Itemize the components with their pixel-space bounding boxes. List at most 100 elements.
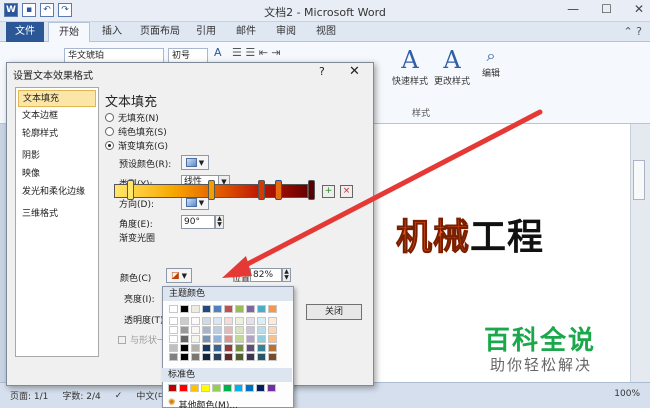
- tab-insert[interactable]: 插入: [92, 22, 132, 42]
- radio-circle[interactable]: [105, 113, 114, 122]
- color-swatch[interactable]: [257, 335, 266, 343]
- dialog-help-button[interactable]: ?: [319, 65, 325, 78]
- gradient-stop-handle[interactable]: [258, 180, 265, 200]
- tab-file[interactable]: 文件: [6, 22, 44, 42]
- color-swatch[interactable]: [191, 335, 200, 343]
- nav-glow[interactable]: 发光和柔化边缘: [18, 184, 96, 201]
- standard-color-swatch[interactable]: [267, 384, 276, 392]
- color-dropdown[interactable]: ◪ ▼: [166, 268, 192, 283]
- color-swatch[interactable]: [213, 335, 222, 343]
- more-colors-item[interactable]: ✺ 其他颜色(M)...: [168, 398, 238, 408]
- color-swatch[interactable]: [202, 344, 211, 352]
- nav-text-outline[interactable]: 文本边框: [18, 108, 96, 125]
- standard-color-swatch[interactable]: [212, 384, 221, 392]
- word-count[interactable]: 字数: 2/4: [62, 389, 100, 402]
- color-swatch[interactable]: [235, 335, 244, 343]
- gradient-stop-handle[interactable]: [208, 180, 215, 200]
- color-swatch[interactable]: [191, 344, 200, 352]
- color-swatch[interactable]: [202, 335, 211, 343]
- color-swatch[interactable]: [246, 305, 255, 313]
- preset-colors-dropdown[interactable]: ▼: [181, 155, 209, 170]
- tab-review[interactable]: 审阅: [266, 22, 306, 42]
- color-swatch[interactable]: [235, 353, 244, 361]
- color-swatch[interactable]: [202, 353, 211, 361]
- angle-input[interactable]: 90°: [181, 215, 215, 229]
- remove-stop-icon[interactable]: ×: [340, 185, 353, 198]
- color-swatch[interactable]: [213, 326, 222, 334]
- nav-text-fill[interactable]: 文本填充: [18, 90, 96, 107]
- color-swatch[interactable]: [180, 335, 189, 343]
- gradient-stop-handle[interactable]: [308, 180, 315, 200]
- color-swatch[interactable]: [191, 326, 200, 334]
- close-window-button[interactable]: ✕: [634, 2, 644, 16]
- standard-color-swatch[interactable]: [234, 384, 243, 392]
- color-swatch[interactable]: [246, 344, 255, 352]
- color-swatch[interactable]: [246, 326, 255, 334]
- color-swatch[interactable]: [235, 326, 244, 334]
- page-count[interactable]: 页面: 1/1: [10, 389, 48, 402]
- edit-button[interactable]: ⌕ 编辑: [478, 46, 504, 79]
- color-swatch[interactable]: [169, 335, 178, 343]
- color-swatch[interactable]: [224, 335, 233, 343]
- quick-styles-button[interactable]: A 快速样式: [390, 46, 430, 87]
- nav-shadow[interactable]: 阴影: [18, 148, 96, 165]
- color-swatch[interactable]: [180, 317, 189, 325]
- spell-check-icon[interactable]: ✓: [115, 391, 123, 401]
- tab-home[interactable]: 开始: [48, 22, 90, 42]
- color-swatch[interactable]: [169, 326, 178, 334]
- color-swatch[interactable]: [268, 326, 277, 334]
- color-swatch[interactable]: [235, 344, 244, 352]
- tab-view[interactable]: 视图: [306, 22, 346, 42]
- color-swatch[interactable]: [180, 353, 189, 361]
- document-heading[interactable]: 机械工程: [395, 208, 544, 260]
- list-icons[interactable]: ☰ ☰ ⇤ ⇥: [232, 46, 281, 59]
- standard-color-swatch[interactable]: [168, 384, 177, 392]
- color-swatch[interactable]: [224, 353, 233, 361]
- standard-color-swatch[interactable]: [245, 384, 254, 392]
- color-swatch[interactable]: [169, 353, 178, 361]
- color-swatch[interactable]: [191, 305, 200, 313]
- minimize-button[interactable]: —: [567, 2, 579, 16]
- standard-color-swatch[interactable]: [256, 384, 265, 392]
- zoom-level[interactable]: 100%: [614, 389, 640, 399]
- add-stop-icon[interactable]: +: [322, 185, 335, 198]
- radio-circle[interactable]: [105, 127, 114, 136]
- nav-3d-format[interactable]: 三维格式: [18, 206, 96, 223]
- color-swatch[interactable]: [191, 353, 200, 361]
- tab-mailings[interactable]: 邮件: [226, 22, 266, 42]
- standard-color-swatch[interactable]: [223, 384, 232, 392]
- color-swatch[interactable]: [180, 326, 189, 334]
- standard-color-swatch[interactable]: [190, 384, 199, 392]
- color-swatch[interactable]: [246, 335, 255, 343]
- checkbox-box[interactable]: [118, 335, 126, 344]
- color-swatch[interactable]: [235, 305, 244, 313]
- position-spinner[interactable]: ▲ ▼: [282, 268, 291, 282]
- color-swatch[interactable]: [268, 335, 277, 343]
- color-swatch[interactable]: [180, 344, 189, 352]
- color-swatch[interactable]: [257, 317, 266, 325]
- dialog-close-button[interactable]: 关闭: [306, 304, 362, 320]
- dialog-close-icon[interactable]: ✕: [349, 64, 360, 79]
- color-swatch[interactable]: [213, 317, 222, 325]
- color-swatch[interactable]: [257, 344, 266, 352]
- color-swatch[interactable]: [224, 326, 233, 334]
- color-swatch[interactable]: [169, 317, 178, 325]
- standard-color-swatch[interactable]: [201, 384, 210, 392]
- radio-gradient-fill[interactable]: 渐变填充(G): [105, 139, 168, 152]
- standard-color-swatch[interactable]: [179, 384, 188, 392]
- radio-circle-selected[interactable]: [105, 141, 114, 150]
- change-styles-button[interactable]: A 更改样式: [432, 46, 472, 87]
- color-swatch[interactable]: [257, 326, 266, 334]
- position-input[interactable]: 82%: [250, 268, 282, 282]
- color-swatch[interactable]: [169, 305, 178, 313]
- color-swatch[interactable]: [268, 317, 277, 325]
- tab-page-layout[interactable]: 页面布局: [130, 22, 190, 42]
- color-swatch[interactable]: [268, 353, 277, 361]
- color-swatch[interactable]: [213, 344, 222, 352]
- color-swatch[interactable]: [191, 317, 200, 325]
- color-swatch[interactable]: [224, 305, 233, 313]
- nav-reflection[interactable]: 映像: [18, 166, 96, 183]
- grow-font-icon[interactable]: A: [214, 46, 222, 59]
- maximize-button[interactable]: ☐: [601, 2, 612, 16]
- color-swatch[interactable]: [202, 317, 211, 325]
